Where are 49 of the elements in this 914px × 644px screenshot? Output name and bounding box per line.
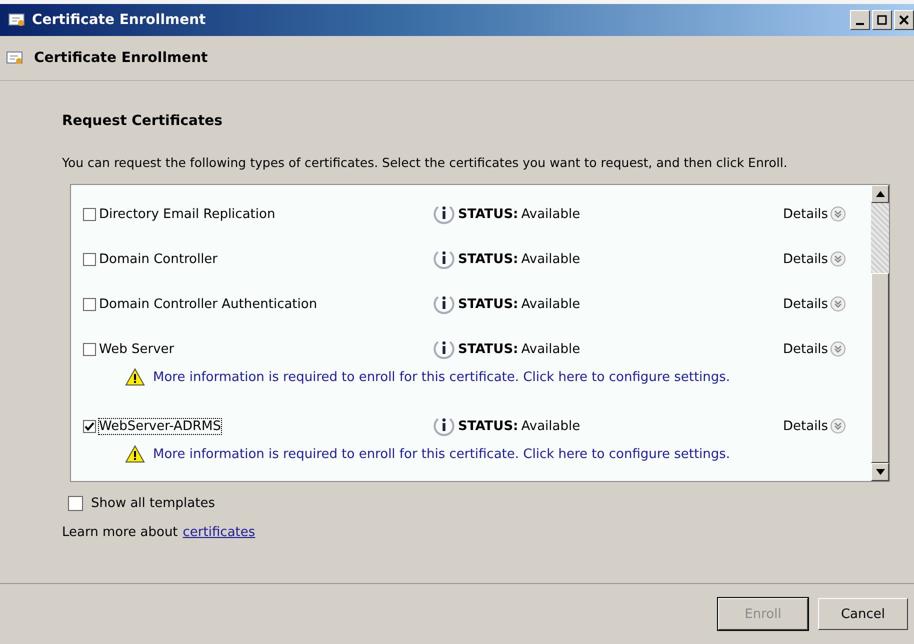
- learn-more-text: Learn more about: [62, 525, 178, 540]
- status-label: STATUS:: [458, 342, 518, 356]
- status-value: Available: [521, 296, 580, 312]
- certificate-checkbox[interactable]: Web Server: [83, 342, 433, 356]
- scrollbar[interactable]: [871, 185, 889, 481]
- details-link[interactable]: Details: [783, 341, 846, 357]
- certificate-icon: [8, 12, 26, 28]
- certificates-link[interactable]: certificates: [182, 525, 256, 540]
- configure-settings-link[interactable]: More information is required to enroll for this certificate. Click here to configure settings.: [153, 370, 730, 384]
- certificate-icon: [6, 50, 24, 66]
- window-title: Certificate Enrollment: [32, 12, 206, 28]
- certificate-checkbox[interactable]: Directory Email Replication: [83, 206, 433, 222]
- status-value: Available: [521, 342, 580, 356]
- chevron-down-icon: [830, 341, 846, 357]
- minimize-button[interactable]: [850, 10, 870, 30]
- configure-settings-link[interactable]: More information is required to enroll for this certificate. Click here to configure settings.: [153, 446, 730, 462]
- minimize-icon: [856, 22, 864, 24]
- details-link[interactable]: Details: [783, 296, 846, 312]
- up-arrow-icon: [876, 191, 884, 197]
- status-value: Available: [521, 252, 580, 266]
- status-label: STATUS:: [458, 252, 518, 266]
- warning-icon: [125, 368, 145, 386]
- certificate-checkbox[interactable]: Domain Controller: [83, 252, 433, 266]
- show-all-templates-checkbox[interactable]: Show all templates: [68, 496, 890, 511]
- down-arrow-icon: [876, 469, 884, 475]
- section-description: You can request the following types of certificates. Select the certificates you want to request, and then click Enroll.: [62, 155, 788, 170]
- status-value: Available: [521, 206, 580, 222]
- chevron-down-icon: [830, 251, 846, 267]
- status-label: STATUS:: [458, 296, 518, 312]
- details-link[interactable]: Details: [783, 206, 846, 222]
- status-label: STATUS:: [458, 206, 518, 222]
- section-title: Request Certificates: [62, 113, 224, 129]
- chevron-down-icon: [830, 206, 846, 222]
- chevron-down-icon: [830, 296, 846, 312]
- status-label: STATUS:: [458, 418, 518, 434]
- maximize-button[interactable]: [872, 10, 892, 30]
- warning-icon: [125, 445, 145, 463]
- dialog-button[interactable]: Cancel: [818, 598, 908, 630]
- status-value: Available: [521, 418, 580, 434]
- chevron-down-icon: [830, 418, 846, 434]
- close-icon: [899, 15, 909, 25]
- close-button[interactable]: [894, 10, 914, 30]
- maximize-icon: [877, 15, 887, 25]
- checkmark-icon: [84, 420, 95, 432]
- details-link[interactable]: Details: [783, 418, 846, 434]
- certificate-checkbox[interactable]: Domain Controller Authentication: [83, 296, 433, 312]
- certificate-checkbox[interactable]: WebServer-ADRMS: [83, 418, 433, 434]
- details-link[interactable]: Details: [783, 251, 846, 267]
- header-title: Certificate Enrollment: [34, 50, 208, 66]
